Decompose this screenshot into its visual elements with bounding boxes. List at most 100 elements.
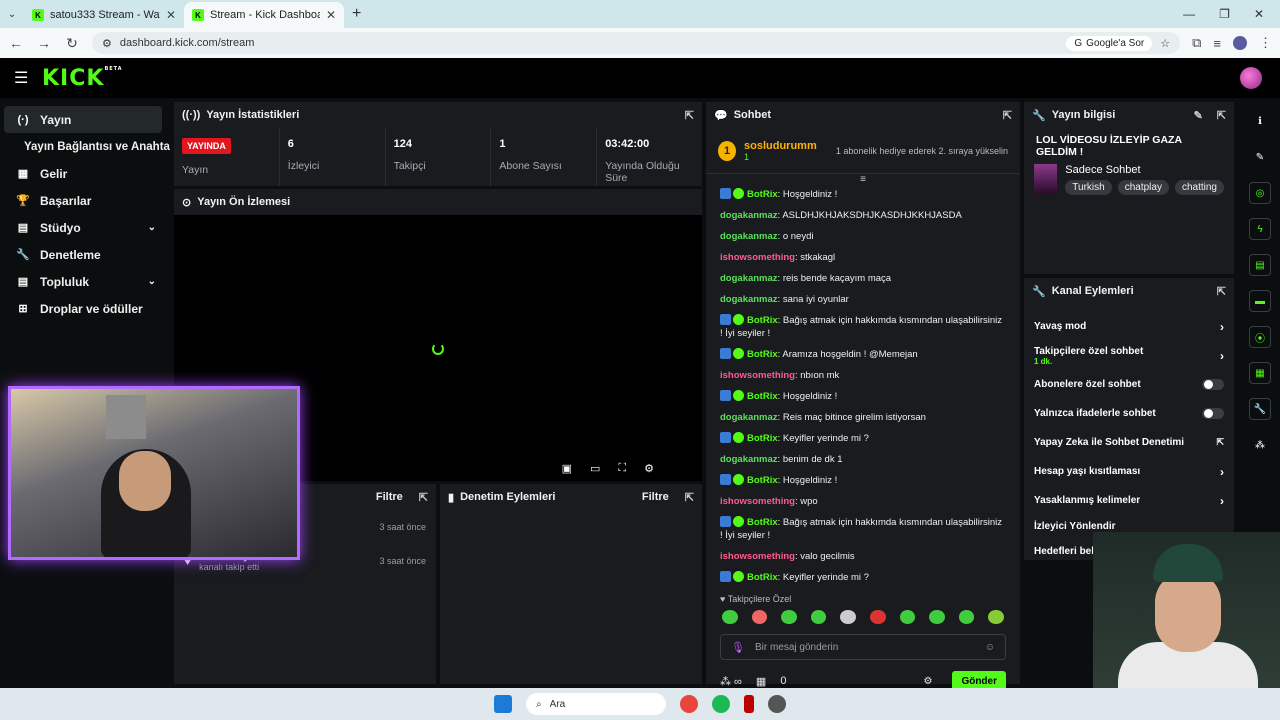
browser-tab-2[interactable]: K Stream - Kick Dashboard ✕ xyxy=(184,2,344,28)
emote-icon[interactable] xyxy=(869,610,886,624)
theater-icon[interactable]: ▭ xyxy=(590,462,600,475)
edit-icon[interactable]: ✎ xyxy=(1249,146,1271,168)
chat-username[interactable]: BotRix xyxy=(747,433,778,444)
tab-close-icon[interactable]: ✕ xyxy=(326,8,336,22)
sidebar-item-studyo[interactable]: ▤ Stüdyo ⌄ xyxy=(4,214,162,241)
action-ai-moderation[interactable]: Yapay Zeka ile Sohbet Denetimi ⇱ xyxy=(1024,428,1234,457)
more-icon[interactable]: ⁂ xyxy=(1249,434,1271,456)
hamburger-icon[interactable]: ☰ xyxy=(14,68,38,88)
emote-icon[interactable] xyxy=(810,610,827,624)
store-icon[interactable]: ▦ xyxy=(756,675,766,688)
chat-username[interactable]: BotRix xyxy=(747,475,778,486)
chat-settings-icon[interactable]: ⚙ xyxy=(923,676,932,687)
chat-username[interactable]: ishowsomething xyxy=(720,551,795,562)
forward-icon[interactable]: → xyxy=(36,35,52,51)
chat-filter-icon[interactable]: ≡ xyxy=(706,174,1020,185)
new-tab-button[interactable]: + xyxy=(344,5,369,23)
emote-icon[interactable] xyxy=(781,610,797,624)
chat-username[interactable]: ishowsomething xyxy=(720,252,795,263)
extensions-icon[interactable]: ⧉ xyxy=(1192,35,1201,51)
popout-icon[interactable]: ⇱ xyxy=(1003,109,1012,122)
edit-icon[interactable]: ✎ xyxy=(1194,109,1203,122)
chat-bubble-icon[interactable]: ▬ xyxy=(1249,290,1271,312)
chat-username[interactable]: dogakanmaz xyxy=(720,294,778,305)
netflix-icon[interactable] xyxy=(744,695,754,713)
sidebar-item-basarilar[interactable]: 🏆 Başarılar xyxy=(4,187,162,214)
google-ask-button[interactable]: G Google'a Sor xyxy=(1066,35,1153,51)
layout-icon[interactable]: ▦ xyxy=(1249,362,1271,384)
action-emotes-only[interactable]: Yalnızca ifadelerle sohbet xyxy=(1024,399,1234,428)
info-icon[interactable]: ℹ xyxy=(1249,110,1271,132)
chat-username[interactable]: dogakanmaz xyxy=(720,273,778,284)
emote-icon[interactable] xyxy=(840,610,856,624)
sidebar-item-denetleme[interactable]: 🔧 Denetleme xyxy=(4,241,162,268)
filter-button[interactable]: Filtre xyxy=(642,491,669,503)
action-banned-words[interactable]: Yasaklanmış kelimeler › xyxy=(1024,486,1234,515)
menu-icon[interactable]: ⋮ xyxy=(1259,35,1272,51)
toggle-switch[interactable] xyxy=(1202,379,1224,390)
pip-icon[interactable]: ▣ xyxy=(562,462,572,475)
emote-icon[interactable] xyxy=(722,610,738,624)
points-icon[interactable]: ⁂ ∞ xyxy=(720,675,742,688)
emote-icon[interactable] xyxy=(751,610,768,624)
chat-username[interactable]: BotRix xyxy=(747,189,778,200)
start-icon[interactable] xyxy=(494,695,512,713)
tools-icon[interactable]: 🔧 xyxy=(1249,398,1271,420)
kick-logo[interactable]: KICKBETA xyxy=(42,66,123,91)
chat-username[interactable]: dogakanmaz xyxy=(720,210,778,221)
sidebar-item-stream-key[interactable]: Yayın Bağlantısı ve Anahtarı xyxy=(4,133,170,160)
top-gifter-name[interactable]: sosludurumm xyxy=(744,140,817,152)
emoji-icon[interactable]: ☺ xyxy=(985,642,995,653)
bookmark-star-icon[interactable]: ☆ xyxy=(1160,37,1170,50)
popout-icon[interactable]: ⇱ xyxy=(419,491,428,504)
chat-username[interactable]: dogakanmaz xyxy=(720,231,778,242)
chat-username[interactable]: BotRix xyxy=(747,315,778,326)
media-icon[interactable]: ≡ xyxy=(1213,36,1221,51)
restore-icon[interactable]: ❐ xyxy=(1219,7,1230,21)
tab-close-icon[interactable]: ✕ xyxy=(166,8,176,22)
broadcast-icon[interactable]: ⦿ xyxy=(1249,326,1271,348)
focus-icon[interactable]: ◎ xyxy=(1249,182,1271,204)
emote-icon[interactable] xyxy=(929,610,945,624)
spotify-icon[interactable] xyxy=(712,695,730,713)
popout-icon[interactable]: ⇱ xyxy=(1217,109,1226,122)
site-info-icon[interactable]: ⚙ xyxy=(102,37,112,50)
sidebar-item-droplar[interactable]: ⊞ Droplar ve ödüller xyxy=(4,295,162,322)
sidebar-item-topluluk[interactable]: ▤ Topluluk ⌄ xyxy=(4,268,162,295)
popout-icon[interactable]: ⇱ xyxy=(1217,285,1226,298)
emote-icon[interactable] xyxy=(899,610,916,624)
chat-username[interactable]: dogakanmaz xyxy=(720,454,778,465)
toggle-switch[interactable] xyxy=(1202,408,1224,419)
reload-icon[interactable]: ↻ xyxy=(64,35,80,52)
sidebar-item-gelir[interactable]: ▦ Gelir xyxy=(4,160,162,187)
chat-username[interactable]: BotRix xyxy=(747,517,778,528)
emote-icon[interactable] xyxy=(958,610,975,624)
fullscreen-icon[interactable]: ⛶ xyxy=(618,462,626,475)
close-window-icon[interactable]: ✕ xyxy=(1254,7,1264,21)
lightning-icon[interactable]: ϟ xyxy=(1249,218,1271,240)
minimize-icon[interactable]: — xyxy=(1183,7,1195,21)
chat-username[interactable]: ishowsomething xyxy=(720,370,795,381)
chat-username[interactable]: ishowsomething xyxy=(720,496,795,507)
chat-username[interactable]: dogakanmaz xyxy=(720,412,778,423)
sidebar-item-yayin[interactable]: (·) Yayın xyxy=(4,106,162,133)
chat-username[interactable]: BotRix xyxy=(747,349,778,360)
app-icon[interactable] xyxy=(768,695,786,713)
chat-username[interactable]: BotRix xyxy=(747,572,778,583)
action-subscribers-only[interactable]: Abonelere özel sohbet xyxy=(1024,370,1234,399)
chat-username[interactable]: BotRix xyxy=(747,391,778,402)
taskbar-search[interactable]: ⌕ Ara xyxy=(526,693,666,715)
popout-icon[interactable]: ⇱ xyxy=(685,491,694,504)
action-followers-only[interactable]: Takipçilere özel sohbet 1 dk. › xyxy=(1024,341,1234,370)
popout-icon[interactable]: ⇱ xyxy=(685,109,694,122)
settings-icon[interactable]: ⚙ xyxy=(644,462,654,475)
action-slow-mode[interactable]: Yavaş mod › xyxy=(1024,312,1234,341)
emote-icon[interactable] xyxy=(988,610,1004,624)
back-icon[interactable]: ← xyxy=(8,35,24,51)
chat-input[interactable]: 🎙 Bir mesaj gönderin ☺ xyxy=(720,634,1006,660)
profile-avatar[interactable] xyxy=(1233,36,1247,50)
browser-tab-1[interactable]: K satou333 Stream - Watch L ✕ xyxy=(24,2,184,28)
chrome-icon[interactable] xyxy=(680,695,698,713)
notes-icon[interactable]: ▤ xyxy=(1249,254,1271,276)
action-account-age[interactable]: Hesap yaşı kısıtlaması › xyxy=(1024,457,1234,486)
